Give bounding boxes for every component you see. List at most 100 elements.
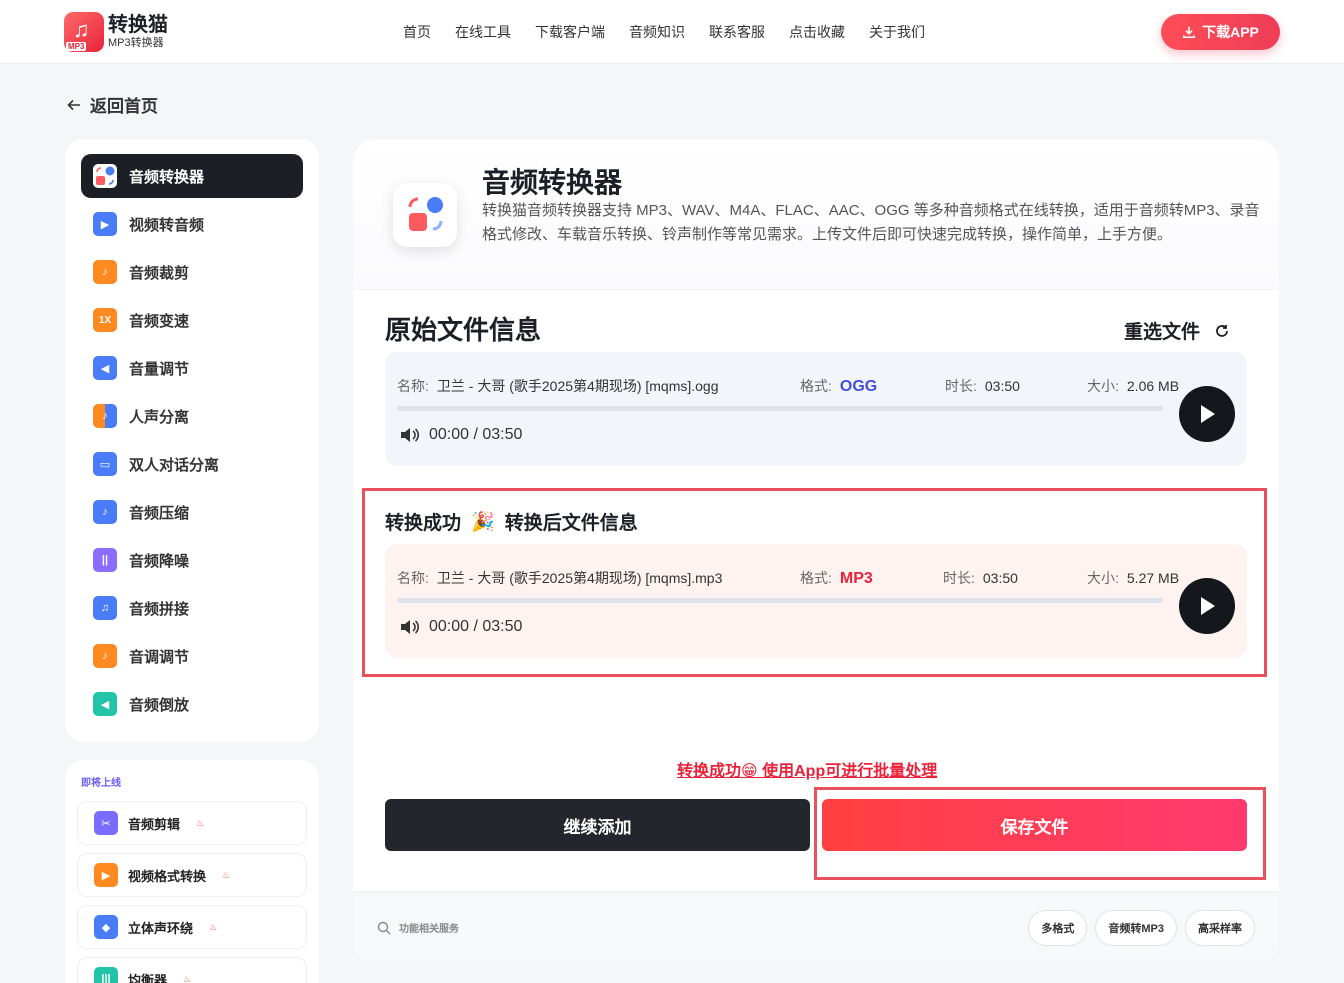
chip-audio-to-mp3[interactable]: 音频转MP3 (1095, 910, 1177, 946)
volume-icon[interactable] (399, 426, 419, 444)
soon-item-equalizer[interactable]: ||| 均衡器 ♨ (77, 957, 307, 983)
nav-download-client[interactable]: 下载客户端 (535, 22, 605, 42)
party-icon: 🎉 (471, 511, 495, 533)
soon-item-label: 音频剪辑 (128, 816, 181, 832)
hot-icon: ♨ (183, 973, 192, 983)
sidebar-item-compress[interactable]: ♪ 音频压缩 (81, 490, 303, 534)
sidebar-item-denoise[interactable]: || 音频降噪 (81, 538, 303, 582)
nav-bookmark[interactable]: 点击收藏 (789, 22, 845, 42)
time-readout: 00:00 / 03:50 (429, 426, 523, 443)
sidebar-item-label: 视频转音频 (129, 216, 205, 234)
file-format-field: 格式: OGG (800, 378, 878, 395)
nav-contact[interactable]: 联系客服 (709, 22, 765, 42)
batch-promo-link[interactable]: 转换成功😁 使用App可进行批量处理 (677, 757, 937, 781)
download-app-label: 下载APP (1202, 24, 1259, 40)
logo-subtitle: MP3转换器 (108, 37, 164, 49)
sidebar-item-video-to-audio[interactable]: ▶ 视频转音频 (81, 202, 303, 246)
dialogue-icon: ▭ (93, 452, 117, 476)
related-services-search[interactable]: 功能相关服务 (377, 920, 459, 935)
sidebar-item-label: 音频拼接 (129, 600, 190, 618)
nav-online-tools[interactable]: 在线工具 (455, 22, 511, 42)
sidebar-item-label: 双人对话分离 (129, 456, 220, 474)
chip-high-sample-rate[interactable]: 高采样率 (1185, 910, 1255, 946)
sidebar-item-label: 音量调节 (129, 360, 190, 378)
video-to-audio-icon: ▶ (93, 212, 117, 236)
cube-icon: ◆ (94, 915, 118, 939)
audio-convert-icon (393, 183, 457, 247)
pitch-icon: ♪ (93, 644, 117, 668)
coming-soon-title: 即将上线 (81, 778, 121, 789)
converted-info-label: 转换后文件信息 (504, 513, 638, 534)
sidebar-item-audio-cut[interactable]: ♪ 音频裁剪 (81, 250, 303, 294)
sidebar-item-vocal-separate[interactable]: ♪ 人声分离 (81, 394, 303, 438)
audio-time: 00:00 / 03:50 (399, 618, 522, 636)
video-format-icon: ▶ (94, 863, 118, 887)
time-readout: 00:00 / 03:50 (429, 618, 523, 635)
soon-item-video-format[interactable]: ▶ 视频格式转换 ♨ (77, 853, 307, 897)
save-file-button[interactable]: 保存文件 (822, 799, 1247, 851)
audio-progress-bar[interactable] (397, 598, 1163, 603)
file-name: 卫兰 - 大哥 (歌手2025第4期现场) [mqms].ogg (436, 378, 719, 394)
sidebar-item-label: 音频压缩 (129, 504, 190, 522)
original-file-title: 原始文件信息 (385, 315, 542, 345)
soon-item-label: 视频格式转换 (128, 868, 207, 884)
success-label: 转换成功 (385, 513, 462, 534)
top-header: ♫ MP3 转换猫 MP3转换器 首页 在线工具 下载客户端 音频知识 联系客服… (0, 0, 1344, 64)
sidebar-item-label: 人声分离 (129, 408, 190, 426)
sidebar-item-merge[interactable]: ♫ 音频拼接 (81, 586, 303, 630)
logo[interactable]: ♫ MP3 转换猫 MP3转换器 (64, 12, 168, 52)
search-placeholder: 功能相关服务 (399, 924, 459, 935)
format-badge: OGG (839, 378, 878, 395)
volume-icon[interactable] (399, 618, 419, 636)
reverse-icon: ◀ (93, 692, 117, 716)
format-badge: MP3 (839, 570, 873, 587)
sidebar-item-dialogue[interactable]: ▭ 双人对话分离 (81, 442, 303, 486)
chip-multi-format[interactable]: 多格式 (1028, 910, 1088, 946)
file-duration-field: 时长: 03:50 (943, 570, 1018, 586)
play-button[interactable] (1179, 386, 1235, 442)
converted-file-card: 名称: 卫兰 - 大哥 (歌手2025第4期现场) [mqms].mp3 格式: M… (385, 544, 1247, 658)
refresh-icon (1216, 324, 1228, 337)
nav-home[interactable]: 首页 (403, 22, 431, 42)
main-nav: 首页 在线工具 下载客户端 音频知识 联系客服 点击收藏 关于我们 (403, 22, 925, 42)
file-name-field: 名称: 卫兰 - 大哥 (歌手2025第4期现场) [mqms].ogg (397, 378, 719, 394)
file-name-field: 名称: 卫兰 - 大哥 (歌手2025第4期现场) [mqms].mp3 (397, 570, 723, 586)
sidebar-item-label: 音频转换器 (129, 168, 205, 186)
soon-item-audio-edit[interactable]: ✂ 音频剪辑 ♨ (77, 801, 307, 845)
play-icon (1201, 597, 1215, 615)
reselect-file-label: 重选文件 (1124, 322, 1201, 343)
logo-icon: ♫ MP3 (64, 12, 104, 52)
file-size: 2.06 MB (1126, 378, 1180, 394)
equalizer-icon: ||| (94, 967, 118, 983)
related-services-bar: 功能相关服务 多格式 音频转MP3 高采样率 (353, 891, 1279, 964)
soon-item-label: 立体声环绕 (128, 920, 194, 936)
file-size: 5.27 MB (1126, 570, 1180, 586)
play-button[interactable] (1179, 578, 1235, 634)
coming-soon-panel: 即将上线 ✂ 音频剪辑 ♨ ▶ 视频格式转换 ♨ ◆ 立体声环绕 ♨ ||| 均衡器 ♨ (65, 760, 319, 983)
hot-icon: ♨ (222, 869, 231, 880)
sidebar-item-volume[interactable]: ◀ 音量调节 (81, 346, 303, 390)
audio-cut-icon: ♪ (93, 260, 117, 284)
file-size-field: 大小: 5.27 MB (1087, 570, 1180, 586)
file-duration: 03:50 (982, 570, 1018, 586)
tool-description: 转换猫音频转换器支持 MP3、WAV、M4A、FLAC、AAC、OGG 等多种音… (482, 202, 1260, 243)
sidebar-item-reverse[interactable]: ◀ 音频倒放 (81, 682, 303, 726)
soon-item-surround[interactable]: ◆ 立体声环绕 ♨ (77, 905, 307, 949)
reselect-file-button[interactable]: 重选文件 (1124, 317, 1230, 344)
sidebar-item-label: 音频变速 (129, 312, 190, 330)
continue-add-button[interactable]: 继续添加 (385, 799, 810, 851)
back-home-link[interactable]: 返回首页 (66, 92, 158, 117)
compress-icon: ♪ (93, 500, 117, 524)
sidebar-item-speed[interactable]: 1X 音频变速 (81, 298, 303, 342)
soon-item-label: 均衡器 (128, 972, 168, 983)
file-duration-field: 时长: 03:50 (945, 378, 1020, 394)
audio-progress-bar[interactable] (397, 406, 1163, 411)
nav-about[interactable]: 关于我们 (869, 22, 925, 42)
sidebar-item-audio-converter[interactable]: 音频转换器 (81, 154, 303, 198)
tool-sidebar: 音频转换器 ▶ 视频转音频 ♪ 音频裁剪 1X 音频变速 ◀ 音量调节 ♪ 人声… (65, 139, 319, 742)
sidebar-item-pitch[interactable]: ♪ 音调调节 (81, 634, 303, 678)
download-app-button[interactable]: 下载APP (1161, 14, 1280, 50)
nav-audio-knowledge[interactable]: 音频知识 (629, 22, 685, 42)
converter-panel: 音频转换器 转换猫音频转换器支持 MP3、WAV、M4A、FLAC、AAC、OG… (353, 139, 1279, 964)
page-title: 音频转换器 (482, 167, 623, 198)
